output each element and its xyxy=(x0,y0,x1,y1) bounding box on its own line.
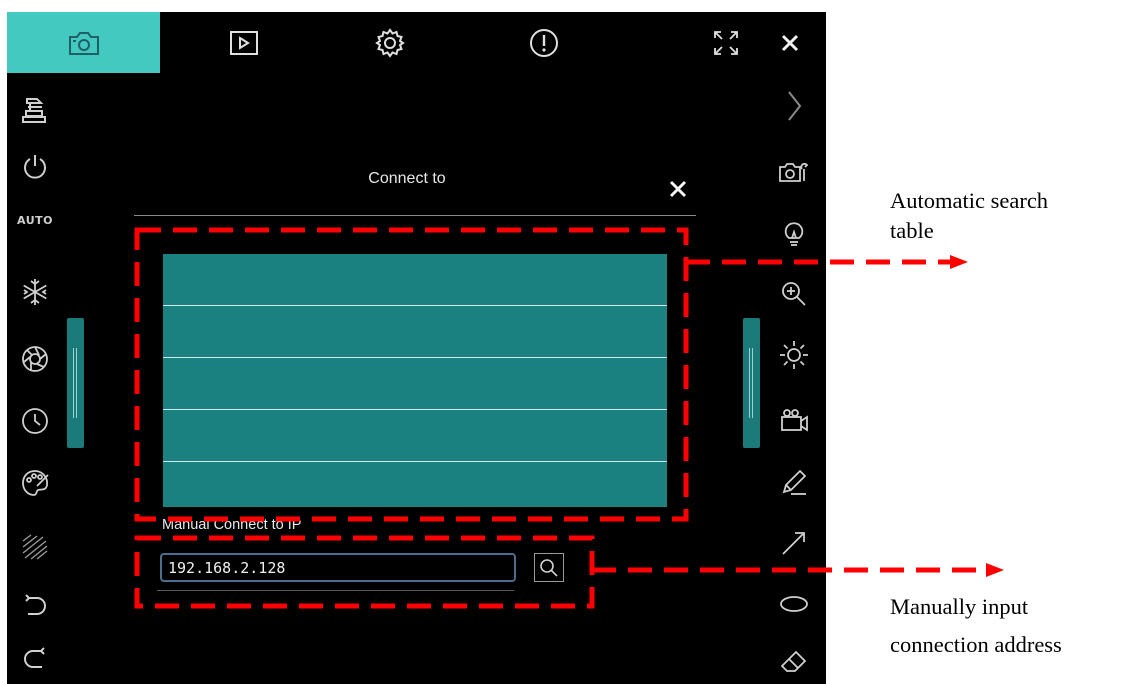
dialog-title: Connect to xyxy=(368,170,446,187)
fullscreen-icon xyxy=(714,30,738,55)
app-close-button[interactable] xyxy=(775,12,805,73)
dialog-close-button[interactable] xyxy=(666,177,690,201)
input-underline xyxy=(157,590,514,591)
table-callout-arrowhead xyxy=(950,255,968,269)
manual-connect-label: Manual Connect to IP xyxy=(162,517,302,533)
tab-settings[interactable] xyxy=(370,12,410,73)
table-row[interactable] xyxy=(163,462,667,507)
video-camera-icon xyxy=(781,409,808,432)
freeze-button[interactable] xyxy=(15,272,55,312)
timer-button[interactable] xyxy=(15,401,55,441)
clock-icon xyxy=(22,408,48,434)
close-icon xyxy=(669,180,687,198)
close-icon xyxy=(781,34,799,51)
bulb-icon xyxy=(784,222,804,246)
app-window: AUTO Connect to Manual Connect to IP 192… xyxy=(7,12,826,684)
manual-callout-arrowhead xyxy=(986,563,1004,577)
auto-button[interactable]: AUTO xyxy=(15,210,55,230)
undo-button[interactable] xyxy=(15,587,55,627)
info-icon xyxy=(530,28,558,57)
top-toolbar xyxy=(7,12,826,73)
power-icon xyxy=(24,155,46,179)
arrow-icon xyxy=(782,532,805,555)
annotation-manual-line2: connection address xyxy=(890,632,1062,657)
pattern-icon xyxy=(22,534,48,560)
table-row[interactable] xyxy=(163,410,667,462)
redo-icon xyxy=(24,647,45,668)
annotation-table-line1: Automatic search xyxy=(890,188,1049,213)
camera-icon xyxy=(68,31,99,55)
expand-button[interactable] xyxy=(774,86,814,126)
tab-camera[interactable] xyxy=(7,12,160,73)
record-button[interactable] xyxy=(774,400,814,440)
aperture-icon xyxy=(22,346,48,372)
annotation-manual-line1: Manually input xyxy=(890,594,1029,619)
power-button[interactable] xyxy=(15,146,55,186)
palette-button[interactable] xyxy=(15,463,55,503)
redo-button[interactable] xyxy=(15,640,55,680)
ellipse-icon xyxy=(780,596,808,612)
ip-search-button[interactable] xyxy=(534,553,564,582)
zoom-icon xyxy=(782,282,806,306)
zoom-button[interactable] xyxy=(774,274,814,314)
document-camera-icon xyxy=(22,98,46,123)
table-row[interactable] xyxy=(163,358,667,410)
palette-icon xyxy=(22,470,49,496)
pen-icon xyxy=(782,469,807,495)
table-row[interactable] xyxy=(163,306,667,358)
search-icon xyxy=(540,558,558,577)
gear-icon xyxy=(375,27,405,58)
fullscreen-button[interactable] xyxy=(707,12,745,73)
device-search-table xyxy=(163,254,667,507)
left-drawer-handle[interactable] xyxy=(67,318,84,448)
snowflake-icon xyxy=(23,279,47,305)
play-icon xyxy=(230,30,258,55)
tab-playback[interactable] xyxy=(217,12,271,73)
pattern-button[interactable] xyxy=(15,527,55,567)
chevron-right-icon xyxy=(788,91,802,121)
lamp-button[interactable] xyxy=(774,214,814,254)
arrow-tool-button[interactable] xyxy=(774,523,814,563)
eraser-icon xyxy=(780,650,807,672)
pen-button[interactable] xyxy=(774,462,814,502)
annotation-table-line2: table xyxy=(890,218,934,243)
document-camera-button[interactable] xyxy=(15,90,55,130)
aperture-button[interactable] xyxy=(15,339,55,379)
right-drawer-handle[interactable] xyxy=(743,318,760,448)
brightness-icon xyxy=(780,341,808,369)
table-row[interactable] xyxy=(163,254,667,306)
undo-icon xyxy=(25,594,46,615)
eraser-tool-button[interactable] xyxy=(774,640,814,680)
camera-settings-icon xyxy=(779,162,809,182)
tab-info[interactable] xyxy=(522,12,566,73)
ellipse-tool-button[interactable] xyxy=(774,584,814,624)
camera-settings-button[interactable] xyxy=(774,152,814,192)
dialog-divider xyxy=(134,215,696,216)
ip-address-input[interactable]: 192.168.2.128 xyxy=(160,553,516,582)
brightness-button[interactable] xyxy=(774,335,814,375)
